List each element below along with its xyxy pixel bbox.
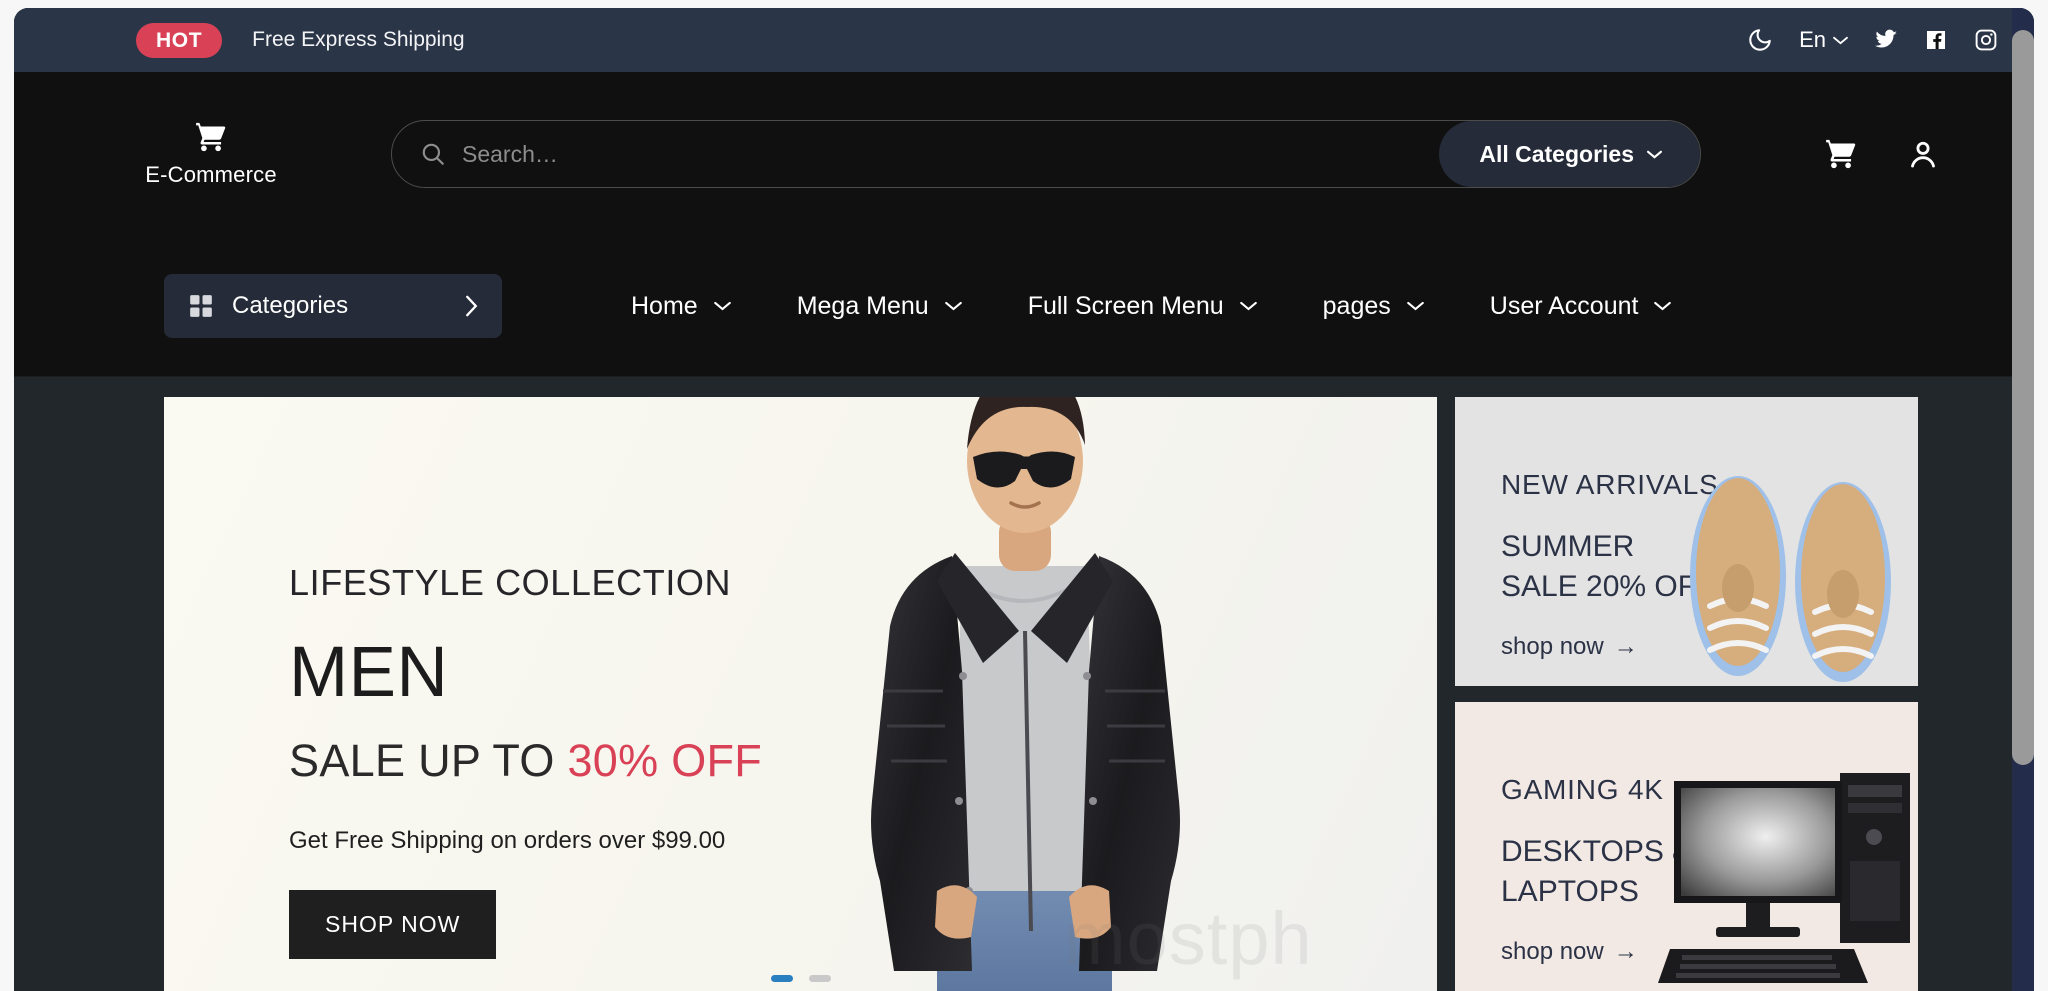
hot-badge: HOT (136, 22, 223, 58)
account-button[interactable] (1906, 137, 1940, 171)
hero-shop-now-button[interactable]: SHOP NOW (289, 890, 497, 959)
chevron-down-icon (1647, 150, 1662, 159)
desktop-computer-image (1658, 773, 1910, 983)
logo-text: E-Commerce (145, 162, 277, 187)
grid-icon (190, 295, 212, 317)
all-categories-label: All Categories (1479, 140, 1634, 167)
language-selector[interactable]: En (1799, 27, 1848, 53)
scrollbar-thumb[interactable] (2012, 30, 2034, 765)
nav-item-mega-menu[interactable]: Mega Menu (764, 292, 995, 321)
twitter-icon[interactable] (1874, 28, 1898, 52)
search-bar: All Categories (391, 120, 1701, 188)
chevron-down-icon (1239, 301, 1257, 311)
page-scrollbar[interactable] (2012, 8, 2034, 991)
arrow-right-icon: → (1613, 937, 1638, 965)
search-input[interactable] (446, 140, 1440, 168)
nav-item-pages[interactable]: pages (1290, 292, 1457, 321)
nav-item-label: pages (1322, 291, 1391, 320)
promo-card-gaming[interactable]: GAMING 4K DESKTOPS & LAPTOPS shop now → (1455, 702, 1918, 991)
arrow-right-icon: → (1613, 632, 1638, 660)
nav-menu: Home Mega Menu Full Screen Menu pages Us… (598, 292, 1704, 321)
chevron-down-icon (1654, 301, 1672, 311)
main-content: LIFESTYLE COLLECTION MEN SALE UP TO 30% … (14, 377, 2034, 991)
nav-item-label: User Account (1489, 291, 1639, 320)
hero-copy: LIFESTYLE COLLECTION MEN SALE UP TO 30% … (289, 562, 762, 959)
hero-subtitle: Get Free Shipping on orders over $99.00 (289, 827, 726, 854)
hero-sale-highlight: 30% OFF (567, 735, 763, 786)
hero-banner[interactable]: LIFESTYLE COLLECTION MEN SALE UP TO 30% … (164, 397, 1437, 991)
categories-label: Categories (232, 292, 349, 319)
nav-item-label: Home (631, 291, 698, 320)
chevron-right-icon (466, 295, 478, 317)
site-header: E-Commerce All Categories (14, 72, 2034, 236)
all-categories-dropdown[interactable]: All Categories (1439, 121, 1700, 187)
header-actions (1824, 137, 1994, 171)
nav-item-full-screen-menu[interactable]: Full Screen Menu (995, 292, 1290, 321)
language-label: En (1799, 27, 1826, 52)
promo-link-label: shop now (1501, 937, 1604, 965)
chevron-down-icon (944, 301, 962, 311)
user-icon (1911, 141, 1935, 168)
carousel-dot-active[interactable] (770, 975, 793, 982)
carousel-dots (164, 975, 1437, 982)
promo-card-new-arrivals[interactable]: NEW ARRIVALS SUMMER SALE 20% OFF shop no… (1455, 397, 1918, 686)
hero-kicker: LIFESTYLE COLLECTION (289, 562, 732, 603)
sneakers-image (1690, 476, 1891, 682)
search-icon (422, 143, 444, 165)
browser-page: HOT Free Express Shipping En E-Commerce … (14, 8, 2034, 991)
facebook-icon[interactable] (1924, 28, 1948, 52)
announcement-bar: HOT Free Express Shipping En (14, 8, 2034, 72)
nav-item-label: Mega Menu (796, 291, 929, 320)
main-navigation: Categories Home Mega Menu Full Screen Me… (14, 236, 2034, 377)
carousel-dot[interactable] (808, 975, 831, 982)
shopping-cart-icon (196, 122, 226, 152)
chevron-down-icon (1833, 36, 1848, 44)
chevron-down-icon (713, 301, 731, 311)
hero-model-image (871, 397, 1180, 991)
categories-button[interactable]: Categories (164, 274, 502, 338)
hero-sale-prefix: SALE UP TO (289, 735, 568, 786)
topbar-utilities: En (1747, 27, 1998, 53)
nav-item-user-account[interactable]: User Account (1457, 292, 1705, 321)
cart-button[interactable] (1824, 137, 1858, 171)
promo-cards: NEW ARRIVALS SUMMER SALE 20% OFF shop no… (1455, 397, 1918, 991)
nav-item-home[interactable]: Home (598, 292, 764, 321)
hero-sale-line: SALE UP TO 30% OFF (289, 735, 762, 787)
shopping-cart-icon (1826, 139, 1856, 169)
announcement-text: Free Express Shipping (252, 28, 465, 51)
site-logo[interactable]: E-Commerce (136, 120, 286, 188)
chevron-down-icon (1406, 301, 1424, 311)
instagram-icon[interactable] (1974, 28, 1998, 52)
nav-item-label: Full Screen Menu (1027, 291, 1224, 320)
moon-icon[interactable] (1747, 27, 1773, 53)
promo-link-label: shop now (1501, 632, 1604, 660)
hero-title: MEN (289, 633, 449, 712)
